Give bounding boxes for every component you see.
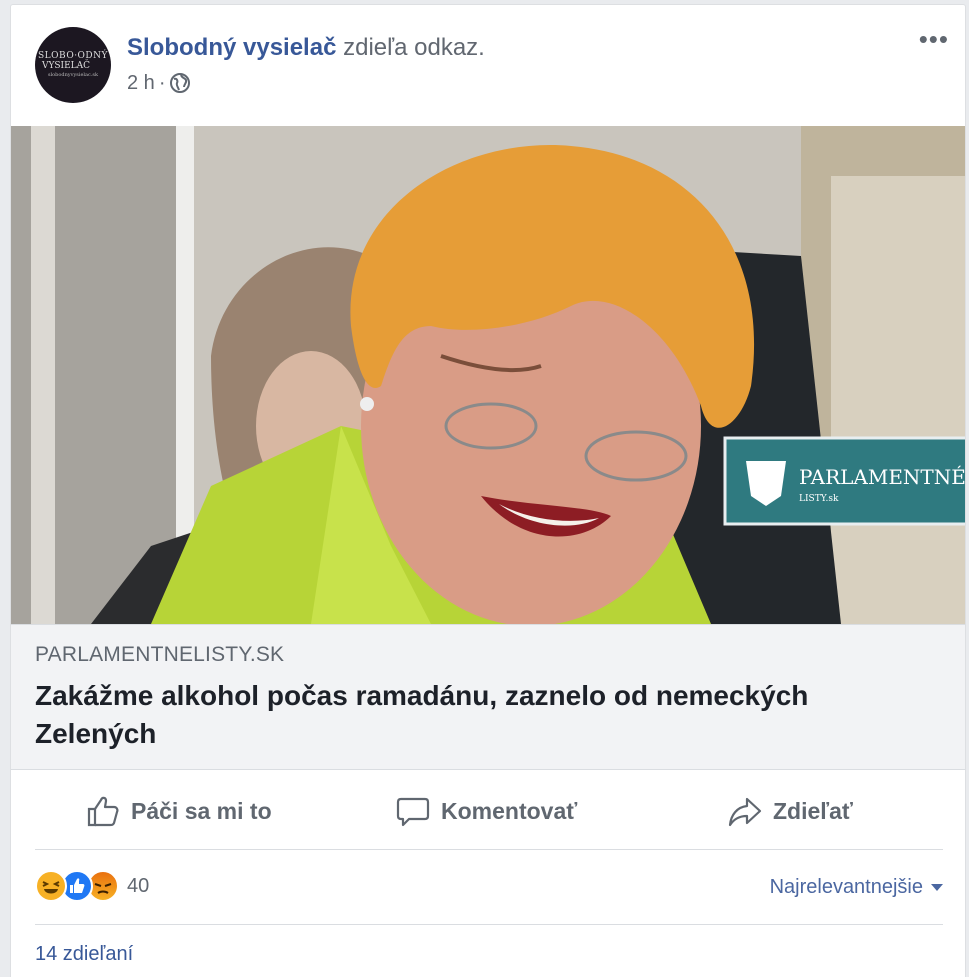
reaction-count: 40	[127, 874, 150, 897]
comment-label: Komentovať	[441, 797, 578, 824]
comment-sort-dropdown[interactable]: Najrelevantnejšie	[770, 876, 943, 899]
post-card: SLOBO·ODNÝ VYSIELAČ slobodnyvysielac.sk …	[10, 4, 966, 977]
action-bar: Páči sa mi to Komentovať Zdieľať	[35, 773, 943, 850]
comment-button[interactable]: Komentovať	[395, 773, 577, 849]
link-domain: PARLAMENTNELISTY.SK	[35, 643, 285, 666]
thumbs-up-icon	[87, 796, 119, 827]
caret-down-icon	[931, 884, 943, 891]
action-text: zdieľa odkaz.	[343, 34, 485, 61]
like-label: Páči sa mi to	[131, 797, 272, 824]
share-label: Zdieľať	[773, 797, 853, 824]
sort-label: Najrelevantnejšie	[769, 876, 923, 898]
author-line: Slobodný vysielač zdieľa odkaz.	[127, 33, 485, 63]
avatar-text-line1: SLOBO·ODNÝ	[38, 51, 108, 61]
more-options-icon[interactable]: •••	[919, 26, 949, 52]
share-arrow-icon	[728, 797, 762, 827]
avatar[interactable]: SLOBO·ODNÝ VYSIELAČ slobodnyvysielac.sk	[35, 27, 111, 103]
reactions-bar: 40 Najrelevantnejšie	[35, 850, 943, 925]
meta-separator: ·	[158, 72, 166, 94]
link-preview-image[interactable]: PARLAMENTNÉ LISTY.sk	[11, 126, 966, 624]
avatar-text-line2: VYSIELAČ	[41, 61, 91, 71]
author-name-link[interactable]: Slobodný vysielač	[127, 34, 336, 61]
post-header: SLOBO·ODNÝ VYSIELAČ slobodnyvysielac.sk …	[11, 5, 965, 125]
link-title[interactable]: Zakážme alkohol počas ramadánu, zaznelo …	[35, 677, 935, 753]
share-button[interactable]: Zdieľať	[727, 773, 853, 849]
comment-icon	[396, 797, 430, 827]
post-time[interactable]: 2 h	[127, 71, 155, 95]
watermark-text: PARLAMENTNÉ	[799, 465, 966, 489]
watermark-subtext: LISTY.sk	[799, 494, 839, 504]
avatar-text-line3: slobodnyvysielac.sk	[48, 72, 98, 78]
like-button[interactable]: Páči sa mi to	[85, 773, 272, 849]
haha-icon	[35, 870, 67, 902]
link-preview-box[interactable]: PARLAMENTNELISTY.SK Zakážme alkohol poča…	[11, 624, 965, 770]
reaction-summary[interactable]: 40	[35, 870, 149, 902]
globe-icon[interactable]	[169, 72, 191, 94]
post-meta: 2 h ·	[127, 71, 191, 95]
shares-count-link[interactable]: 14 zdieľaní	[35, 943, 133, 966]
